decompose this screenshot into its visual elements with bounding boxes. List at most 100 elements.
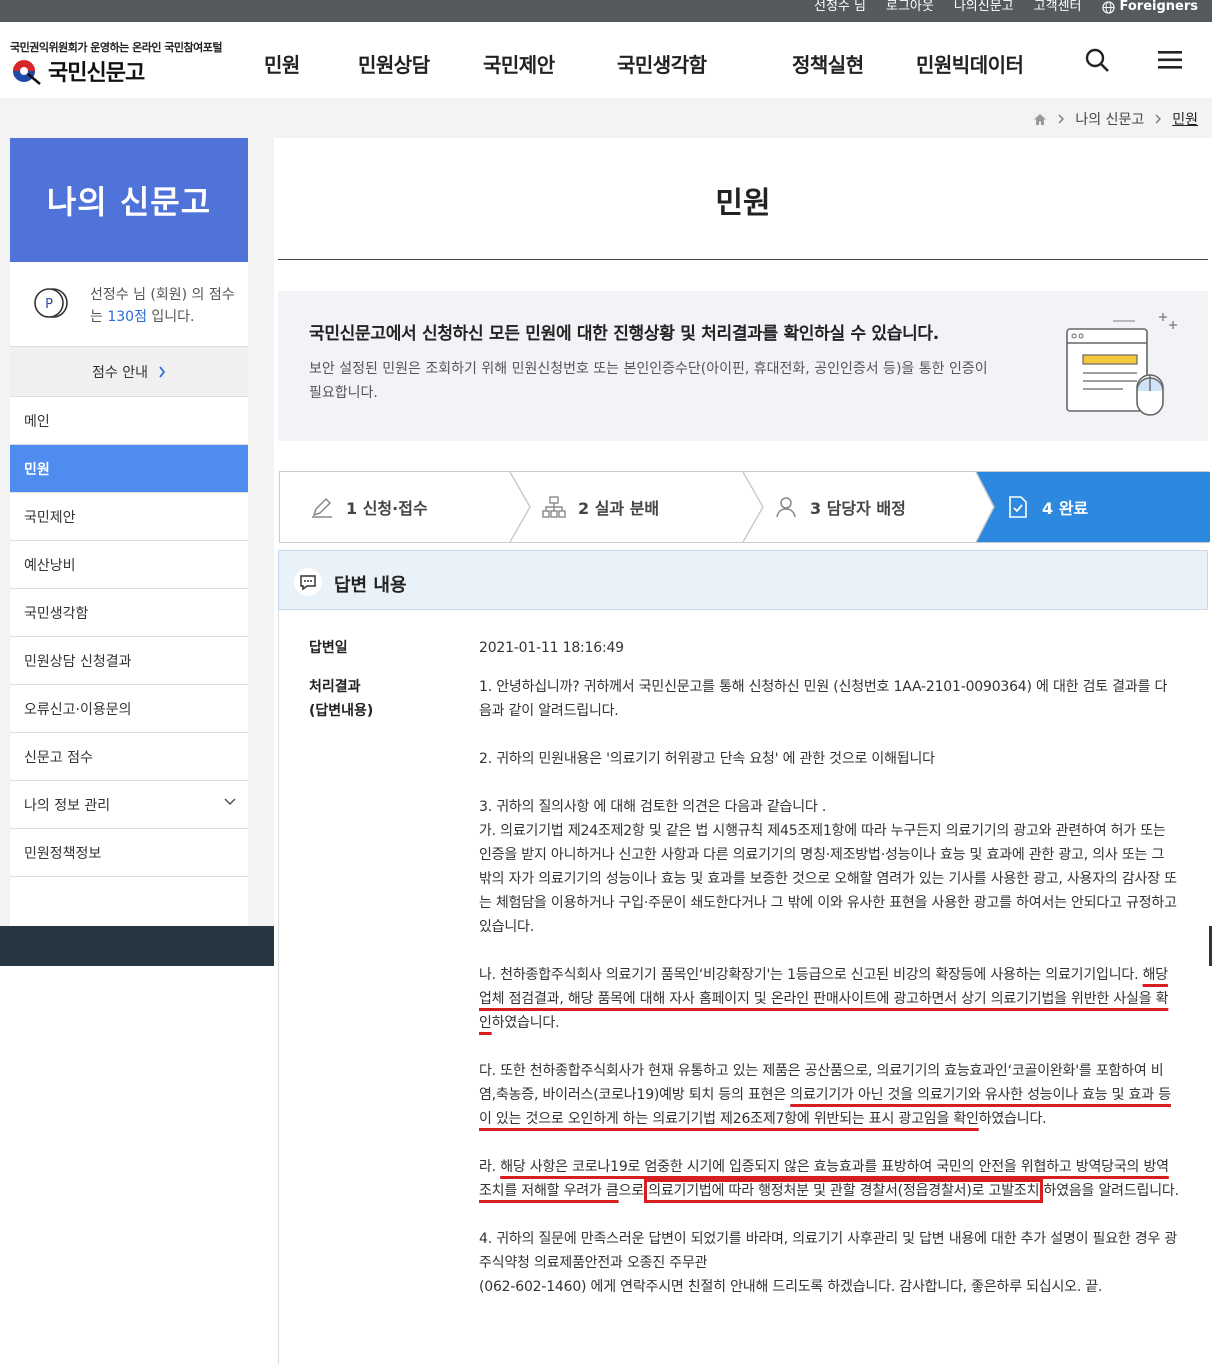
globe-icon xyxy=(1101,0,1115,14)
org-chart-icon xyxy=(542,496,566,518)
my-sinmungo-link[interactable]: 나의신문고 xyxy=(954,0,1014,13)
answer-paragraph-5: 다. 또한 천하종합주식회사가 현재 유통하고 있는 제품은 공산품으로, 의료… xyxy=(479,1059,1179,1131)
user-name-link[interactable]: 선정수 님 xyxy=(814,0,866,13)
person-icon xyxy=(776,497,796,518)
foreigners-link[interactable]: Foreigners xyxy=(1101,0,1199,14)
sidebar-item-consult-result[interactable]: 민원상담 신청결과 xyxy=(10,637,248,685)
pencil-icon xyxy=(312,497,332,518)
answer-date-label: 답변일 xyxy=(309,640,348,656)
title-divider xyxy=(278,259,1208,260)
sidebar-item-my-info[interactable]: 나의 정보 관리 xyxy=(10,781,248,829)
sidebar-item-label: 신문고 점수 xyxy=(24,749,93,766)
answer-content: 1. 안녕하십니까? 귀하께서 국민신문고를 통해 신청하신 민원 (신청번호 … xyxy=(479,675,1179,1299)
answer-paragraph-7-contact: (062-602-1460) 에게 연락주시면 친절히 안내해 드리도록 하겠습… xyxy=(479,1279,1103,1295)
answer-text: 나. 천하종합주식회사 의료기기 품목인‘비강확장기'는 1등급으로 신고된 비… xyxy=(479,967,1143,983)
info-description: 보안 설정된 민원은 조회하기 위해 민원신청번호 또는 본인인증수단(아이핀,… xyxy=(309,361,988,401)
progress-steps: 1 신청·접수 2 실과 분배 3 담당자 배정 4 완료 xyxy=(279,471,1210,543)
chevron-down-icon xyxy=(224,798,236,806)
answer-paragraph-3-body: 가. 의료기기법 제24조제2항 및 같은 법 시행규칙 제45조제1항에 따라… xyxy=(479,823,1177,935)
search-icon[interactable] xyxy=(1084,47,1110,73)
chevron-right-icon xyxy=(1058,114,1065,124)
sidebar-item-label: 예산낭비 xyxy=(24,557,76,574)
result-label: 처리결과 (답변내용) xyxy=(309,675,373,723)
answer-text: 하였음을 알려드립니다. xyxy=(1039,1183,1180,1199)
answer-header: 답변 내용 xyxy=(278,550,1208,610)
answer-paragraph-4: 나. 천하종합주식회사 의료기기 품목인‘비강확장기'는 1등급으로 신고된 비… xyxy=(479,963,1179,1035)
main-content: 민원 국민신문고에서 신청하신 모든 민원에 대한 진행상황 및 처리결과를 확… xyxy=(278,138,1212,1364)
page-title: 민원 xyxy=(715,186,771,221)
logout-link[interactable]: 로그아웃 xyxy=(886,0,934,13)
result-label-line2: (답변내용) xyxy=(309,703,374,719)
sidebar-item-label: 민원정책정보 xyxy=(24,845,102,862)
answer-text: 으로 xyxy=(618,1183,649,1199)
answer-paragraph-2: 2. 귀하의 민원내용은 '의료기기 허위광고 단속 요청' 에 관한 것으로 … xyxy=(479,751,935,767)
info-heading: 국민신문고에서 신청하신 모든 민원에 대한 진행상황 및 처리결과를 확인하실… xyxy=(309,324,939,344)
answer-body: 답변일 2021-01-11 18:16:49 처리결과 (답변내용) 1. 안… xyxy=(278,610,1208,1364)
nav-minwon[interactable]: 민원 xyxy=(264,49,300,78)
main-nav: 민원 민원상담 국민제안 국민생각함 정책실현 민원빅데이터 xyxy=(0,22,1212,98)
answer-paragraph-3-intro: 3. 귀하의 질의사항 에 대해 검토한 의견은 다음과 같습니다 . xyxy=(479,799,827,815)
sidebar-title: 나의 신문고 xyxy=(10,138,248,262)
step-distribute: 2 실과 분배 xyxy=(542,472,659,542)
sidebar-item-budget-waste[interactable]: 예산낭비 xyxy=(10,541,248,589)
points-coin-icon: P xyxy=(34,288,68,318)
sidebar-item-label: 국민생각함 xyxy=(24,605,89,622)
sidebar-item-main[interactable]: 메인 xyxy=(10,397,248,445)
sidebar-item-minwon[interactable]: 민원 xyxy=(10,445,248,493)
step-assign: 3 담당자 배정 xyxy=(774,472,906,542)
points-text: 선정수 님 (회원) 의 점수는 130점 입니다. xyxy=(90,284,240,328)
answer-text: 라. xyxy=(479,1159,501,1175)
chevron-right-icon xyxy=(1155,114,1162,124)
points-text-b: 입니다. xyxy=(146,309,195,325)
nav-bigdata[interactable]: 민원빅데이터 xyxy=(916,49,1024,78)
home-icon[interactable] xyxy=(1033,113,1047,126)
score-guide-label: 점수 안내 xyxy=(92,364,148,381)
answer-text: 하였습니다. xyxy=(491,1015,560,1031)
svg-text:P: P xyxy=(45,297,53,312)
footer-band xyxy=(0,926,274,966)
answer-paragraph-6: 라. 해당 사항은 코로나19로 엄중한 시기에 입증되지 않은 효능효과를 표… xyxy=(479,1155,1179,1203)
breadcrumb-current[interactable]: 민원 xyxy=(1172,109,1198,129)
hamburger-menu-icon[interactable] xyxy=(1158,49,1182,71)
sidebar-item-label: 민원 xyxy=(24,461,50,478)
nav-proposal[interactable]: 국민제안 xyxy=(483,49,555,78)
step-label: 2 실과 분배 xyxy=(578,499,660,518)
side-nav: 나의 신문고 P 선정수 님 (회원) 의 점수는 130점 입니다. 점수 안… xyxy=(10,138,248,926)
sidebar-item-opinion[interactable]: 국민생각함 xyxy=(10,589,248,637)
sidebar-item-error-report[interactable]: 오류신고·이용문의 xyxy=(10,685,248,733)
step-apply: 1 신청·접수 xyxy=(310,472,428,542)
chevron-right-icon xyxy=(159,365,166,378)
score-guide-button[interactable]: 점수 안내 xyxy=(10,347,248,397)
step-label: 1 신청·접수 xyxy=(346,499,428,518)
customer-center-link[interactable]: 고객센터 xyxy=(1034,0,1082,13)
sidebar-item-score[interactable]: 신문고 점수 xyxy=(10,733,248,781)
points-panel: P 선정수 님 (회원) 의 점수는 130점 입니다. xyxy=(10,262,248,347)
answer-paragraph-1: 1. 안녕하십니까? 귀하께서 국민신문고를 통해 신청하신 민원 (신청번호 … xyxy=(479,679,1168,719)
breadcrumb-bar: 나의 신문고 민원 xyxy=(0,98,1212,138)
sidebar-item-label: 민원상담 신청결과 xyxy=(24,653,132,670)
sidebar: 나의 신문고 P 선정수 님 (회원) 의 점수는 130점 입니다. 점수 안… xyxy=(0,138,274,926)
answer-text: 하였습니다. xyxy=(978,1111,1047,1127)
breadcrumb-level1[interactable]: 나의 신문고 xyxy=(1075,109,1144,129)
sidebar-item-label: 나의 정보 관리 xyxy=(24,797,111,814)
answer-date-value: 2021-01-11 18:16:49 xyxy=(479,640,624,656)
check-doc-icon xyxy=(1009,496,1027,518)
nav-policy[interactable]: 정책실현 xyxy=(792,49,864,78)
answer-paragraph-7: 4. 귀하의 질문에 만족스러운 답변이 되었기를 바라며, 의료기기 사후관리… xyxy=(479,1231,1178,1271)
site-header: 국민권익위원회가 운영하는 온라인 국민참여포털 국민신문고 민원 민원상담 국… xyxy=(0,22,1212,98)
step-complete: 4 완료 xyxy=(1006,472,1088,542)
nav-opinion[interactable]: 국민생각함 xyxy=(617,49,707,78)
foreigners-label: Foreigners xyxy=(1119,0,1199,14)
step-label: 3 담당자 배정 xyxy=(810,499,906,518)
sidebar-item-policy-info[interactable]: 민원정책정보 xyxy=(10,829,248,877)
sidebar-item-proposal[interactable]: 국민제안 xyxy=(10,493,248,541)
browser-click-illustration-icon xyxy=(1066,313,1177,416)
breadcrumb: 나의 신문고 민원 xyxy=(1033,109,1198,129)
step-label: 4 완료 xyxy=(1042,499,1089,518)
nav-consult[interactable]: 민원상담 xyxy=(358,49,430,78)
info-box: 국민신문고에서 신청하신 모든 민원에 대한 진행상황 및 처리결과를 확인하실… xyxy=(278,291,1208,441)
chat-bubble-icon xyxy=(294,568,322,596)
sidebar-item-label: 오류신고·이용문의 xyxy=(24,701,132,718)
utility-bar: 선정수 님 로그아웃 나의신문고 고객센터 Foreigners xyxy=(0,0,1212,22)
boxed-action-text: 의료기기법에 따라 행정처분 및 관할 경찰서(정읍경찰서)로 고발조치 xyxy=(644,1179,1044,1203)
